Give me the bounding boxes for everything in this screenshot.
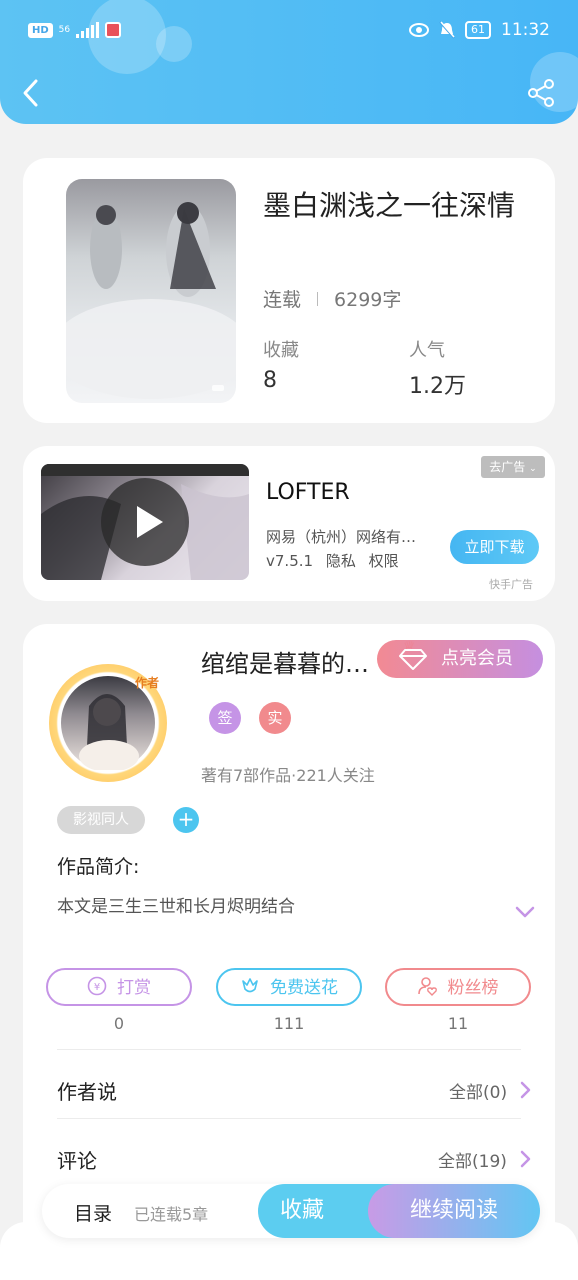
- author-says-all-link[interactable]: 全部(0): [449, 1078, 507, 1103]
- status-bar: HD 56 61 11:32: [0, 18, 578, 46]
- signal-icon: [76, 22, 100, 38]
- notification-app-icon: [105, 22, 122, 38]
- fan-ranking-button[interactable]: 粉丝榜: [385, 968, 531, 1006]
- book-info-card: 墨白渊浅之一往深情 连载 6299字 收藏 8 人气 1.2万: [23, 158, 555, 423]
- author-name[interactable]: 绾绾是暮暮的…: [201, 644, 369, 679]
- diamond-icon: [399, 649, 427, 670]
- chapter-count: 已连载5章: [134, 1205, 209, 1224]
- fan-count: 11: [447, 1014, 469, 1033]
- divider: [57, 1049, 521, 1050]
- author-card: 作者 绾绾是暮暮的… ♕ 点亮会员 签 实 著有7部作品·221人关注 影视同人…: [23, 624, 555, 1264]
- ad-meta: v7.5.1 隐私 权限: [266, 550, 407, 571]
- play-icon: [137, 506, 163, 538]
- flower-count: 111: [273, 1014, 305, 1033]
- share-icon[interactable]: [526, 78, 556, 108]
- ad-title: LOFTER: [266, 480, 350, 505]
- remove-ad-label: 去广告: [489, 460, 526, 474]
- ad-company: 网易（杭州）网络有…: [266, 528, 417, 546]
- network-type: 56: [58, 24, 71, 35]
- collect-count-value: 8: [263, 368, 277, 393]
- popularity-value: 1.2万: [409, 374, 466, 399]
- coin-icon: ¥: [87, 976, 107, 996]
- toc-button[interactable]: 目录: [74, 1199, 112, 1226]
- reward-count: 0: [113, 1014, 125, 1033]
- ad-source-label: 快手广告: [489, 578, 533, 591]
- play-button[interactable]: [101, 478, 189, 566]
- battery-indicator: 61: [465, 21, 491, 39]
- ad-video-thumbnail[interactable]: [41, 464, 249, 580]
- reward-label: 打赏: [117, 978, 151, 998]
- genre-tag[interactable]: 影视同人: [57, 806, 145, 834]
- vip-label: 点亮会员: [441, 648, 513, 669]
- clock: 11:32: [501, 20, 550, 40]
- comments-all-link[interactable]: 全部(19): [438, 1147, 507, 1172]
- mute-bell-icon: [439, 21, 455, 39]
- fan-heart-icon: [417, 977, 437, 996]
- intro-text: 本文是三生三世和长月烬明结合: [57, 897, 295, 917]
- ad-card[interactable]: LOFTER 网易（杭州）网络有… v7.5.1 隐私 权限 去广告 ⌄ 立即下…: [23, 446, 555, 601]
- chevron-down-icon: ⌄: [529, 464, 537, 474]
- cover-illustration: [66, 202, 236, 399]
- meta-divider: [317, 291, 319, 306]
- reward-button[interactable]: ¥ 打赏: [46, 968, 192, 1006]
- expand-chevron-icon[interactable]: [513, 904, 537, 920]
- fan-ranking-label: 粉丝榜: [447, 978, 499, 998]
- hd-indicator: HD: [28, 22, 53, 38]
- send-flower-button[interactable]: 免费送花: [216, 968, 362, 1006]
- author-badge: 作者: [135, 676, 160, 690]
- flower-icon: [242, 978, 258, 993]
- back-icon[interactable]: [20, 78, 44, 108]
- author-says-label[interactable]: 作者说: [57, 1076, 117, 1105]
- continue-reading-button[interactable]: 继续阅读: [368, 1184, 540, 1238]
- book-title: 墨白渊浅之一往深情: [263, 189, 516, 222]
- author-avatar[interactable]: 作者: [49, 664, 167, 782]
- add-tag-button[interactable]: +: [173, 807, 199, 833]
- ad-version: v7.5.1: [266, 552, 314, 570]
- book-meta: 连载 6299字: [263, 285, 401, 312]
- ad-download-button[interactable]: 立即下载: [450, 530, 539, 564]
- header-bar: HD 56 61 11:32: [0, 0, 578, 124]
- remove-ad-button[interactable]: 去广告 ⌄: [481, 456, 545, 478]
- bottom-action-bar: 目录 已连载5章 收藏 继续阅读: [42, 1184, 540, 1238]
- divider: [57, 1118, 521, 1119]
- vip-button[interactable]: ♕ 点亮会员: [377, 639, 543, 678]
- comments-label[interactable]: 评论: [57, 1145, 97, 1174]
- verified-badge: 实: [259, 702, 291, 734]
- chevron-right-icon[interactable]: [519, 1150, 531, 1168]
- ad-privacy-link[interactable]: 隐私: [326, 552, 356, 570]
- word-count: 6299字: [334, 289, 402, 311]
- book-cover-image[interactable]: [66, 179, 236, 403]
- signed-badge: 签: [209, 702, 241, 734]
- svg-text:¥: ¥: [94, 982, 100, 993]
- popularity-label: 人气: [409, 340, 445, 361]
- intro-label: 作品简介:: [57, 856, 140, 878]
- serial-status: 连载: [263, 289, 302, 311]
- collect-count-label: 收藏: [263, 340, 299, 361]
- author-stats: 著有7部作品·221人关注: [201, 766, 375, 785]
- eye-icon: [409, 23, 429, 37]
- ad-permission-link[interactable]: 权限: [369, 552, 399, 570]
- chevron-right-icon[interactable]: [519, 1081, 531, 1099]
- send-flower-label: 免费送花: [270, 978, 338, 998]
